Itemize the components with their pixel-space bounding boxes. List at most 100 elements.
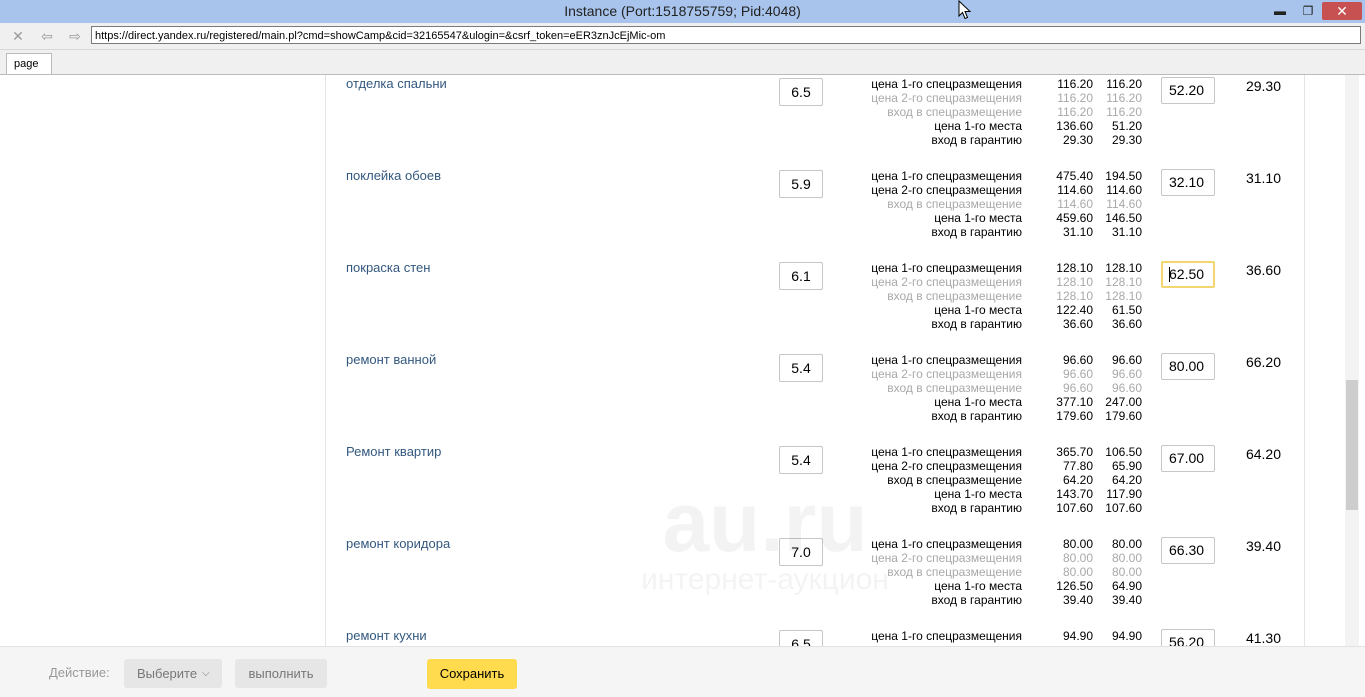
action-bar: Действие: Выберите ⌵ выполнить Сохранить — [0, 646, 1365, 697]
quality-score: 6.5 — [779, 78, 823, 106]
keyword-link[interactable]: поклейка обоев — [346, 168, 441, 183]
address-bar[interactable]: https://direct.yandex.ru/registered/main… — [91, 26, 1361, 44]
bid-value: 459.60 — [1056, 211, 1093, 225]
bid-value: 114.60 — [1106, 197, 1142, 211]
bid-value: 247.00 — [1105, 395, 1142, 409]
bid-value: 31.10 — [1062, 225, 1093, 239]
bid-label: вход в спецразмещение — [887, 565, 1022, 579]
bid-value: 64.20 — [1111, 473, 1142, 487]
bid-value: 96.60 — [1111, 353, 1142, 367]
bid-value: 128.10 — [1056, 261, 1093, 275]
bid-value: 116.20 — [1057, 77, 1093, 91]
bid-value: 96.60 — [1062, 353, 1093, 367]
bid-price-input[interactable]: 80.00 — [1161, 353, 1215, 380]
bid-value: 80.00 — [1062, 565, 1093, 579]
bid-value: 64.20 — [1062, 473, 1093, 487]
bid-value: 107.60 — [1105, 501, 1142, 515]
bid-label: цена 2-го спецразмещения — [871, 459, 1022, 473]
bid-value: 116.20 — [1106, 105, 1142, 119]
bid-value: 65.90 — [1111, 459, 1142, 473]
bid-value: 96.60 — [1111, 367, 1142, 381]
bid-label: цена 2-го спецразмещения — [871, 275, 1022, 289]
bid-label: цена 1-го спецразмещения — [871, 629, 1022, 643]
bid-label: вход в спецразмещение — [887, 197, 1022, 211]
back-arrow-icon[interactable]: ⇦ — [37, 27, 57, 45]
bid-price-input[interactable]: 67.00 — [1161, 445, 1215, 472]
bid-value: 106.50 — [1105, 445, 1142, 459]
bid-price-input[interactable]: 66.30 — [1161, 537, 1215, 564]
keyword-link[interactable]: ремонт кухни — [346, 628, 427, 643]
table-row: Ремонт квартир 5.4 цена 1-го спецразмещени… — [0, 444, 1300, 536]
bid-value: 29.30 — [1062, 133, 1093, 147]
quality-score: 5.4 — [779, 354, 823, 382]
bid-price-input[interactable]: 56.20 — [1161, 629, 1215, 646]
bid-value: 116.20 — [1106, 77, 1142, 91]
keyword-link[interactable]: Ремонт квартир — [346, 444, 441, 459]
bid-value: 122.40 — [1056, 303, 1093, 317]
quality-score: 7.0 — [779, 538, 823, 566]
bid-label: цена 2-го спецразмещения — [871, 551, 1022, 565]
bid-label: цена 1-го места — [934, 211, 1022, 225]
vertical-scrollbar[interactable] — [1345, 75, 1359, 646]
table-row: покраска стен 6.1 цена 1-го спецразмещения… — [0, 260, 1300, 352]
bid-value: 194.50 — [1105, 169, 1142, 183]
effective-price: 41.30 — [1245, 630, 1281, 646]
bid-value: 80.00 — [1111, 565, 1142, 579]
save-button[interactable]: Сохранить — [427, 659, 517, 689]
bid-value: 128.10 — [1105, 289, 1142, 303]
bid-labels: цена 1-го спецразмещения — [820, 629, 1022, 643]
bid-value: 96.60 — [1062, 367, 1093, 381]
bid-values-primary: 365.70 77.80 64.20 143.70 107.60 — [1040, 445, 1093, 515]
keyword-link[interactable]: ремонт ванной — [346, 352, 436, 367]
minimize-icon[interactable]: ▬ — [1270, 2, 1290, 20]
effective-price: 31.10 — [1245, 170, 1281, 186]
bid-value: 80.00 — [1062, 537, 1093, 551]
effective-price: 64.20 — [1245, 446, 1281, 462]
bid-labels: цена 1-го спецразмещения цена 2-го спецра… — [820, 353, 1022, 423]
bid-value: 80.00 — [1111, 537, 1142, 551]
bid-value: 475.40 — [1056, 169, 1093, 183]
bid-label: цена 1-го спецразмещения — [871, 445, 1022, 459]
bid-label: цена 1-го места — [934, 303, 1022, 317]
bid-value: 94.90 — [1062, 629, 1093, 643]
bid-value: 39.40 — [1062, 593, 1093, 607]
bid-value: 80.00 — [1062, 551, 1093, 565]
table-row: отделка спальни 6.5 цена 1-го спецразмещен… — [0, 76, 1300, 168]
action-label: Действие: — [49, 665, 110, 680]
table-row: поклейка обоев 5.9 цена 1-го спецразмещени… — [0, 168, 1300, 260]
keyword-link[interactable]: отделка спальни — [346, 76, 447, 91]
bid-values-secondary: 116.20 116.20 116.20 51.20 29.30 — [1100, 77, 1142, 147]
bid-value: 143.70 — [1056, 487, 1093, 501]
bid-values-primary: 94.90 — [1040, 629, 1093, 643]
quality-score: 5.4 — [779, 446, 823, 474]
bid-value: 77.80 — [1062, 459, 1093, 473]
stop-icon[interactable]: ✕ — [8, 27, 28, 45]
bid-label: цена 2-го спецразмещения — [871, 91, 1022, 105]
bid-labels: цена 1-го спецразмещения цена 2-го спецра… — [820, 77, 1022, 147]
bid-price-input[interactable]: 52.20 — [1161, 77, 1215, 104]
action-select[interactable]: Выберите ⌵ — [124, 659, 222, 688]
quality-score: 6.5 — [779, 630, 823, 646]
bid-label: вход в гарантию — [931, 593, 1022, 607]
chevron-down-icon: ⌵ — [202, 668, 210, 679]
bid-value: 39.40 — [1111, 593, 1142, 607]
effective-price: 29.30 — [1245, 78, 1281, 94]
keyword-link[interactable]: ремонт коридора — [346, 536, 450, 551]
effective-price: 66.20 — [1245, 354, 1281, 370]
scrollbar-thumb[interactable] — [1346, 380, 1358, 510]
keyword-link[interactable]: покраска стен — [346, 260, 430, 275]
bid-value: 64.90 — [1111, 579, 1142, 593]
bid-label: вход в спецразмещение — [887, 473, 1022, 487]
window-title: Instance (Port:1518755759; Pid:4048) — [564, 3, 801, 19]
maximize-icon[interactable]: ❐ — [1298, 2, 1318, 20]
bid-value: 377.10 — [1056, 395, 1093, 409]
bid-price-input[interactable]: 62.50 — [1161, 261, 1215, 288]
bid-price-input[interactable]: 32.10 — [1161, 169, 1215, 196]
close-icon[interactable]: ✕ — [1322, 2, 1362, 20]
mouse-cursor-icon — [958, 0, 972, 20]
forward-arrow-icon[interactable]: ⇨ — [65, 27, 85, 45]
bid-value: 96.60 — [1111, 381, 1142, 395]
execute-button[interactable]: выполнить — [235, 659, 327, 688]
tab-page[interactable]: page — [6, 53, 52, 74]
bid-label: вход в спецразмещение — [887, 381, 1022, 395]
